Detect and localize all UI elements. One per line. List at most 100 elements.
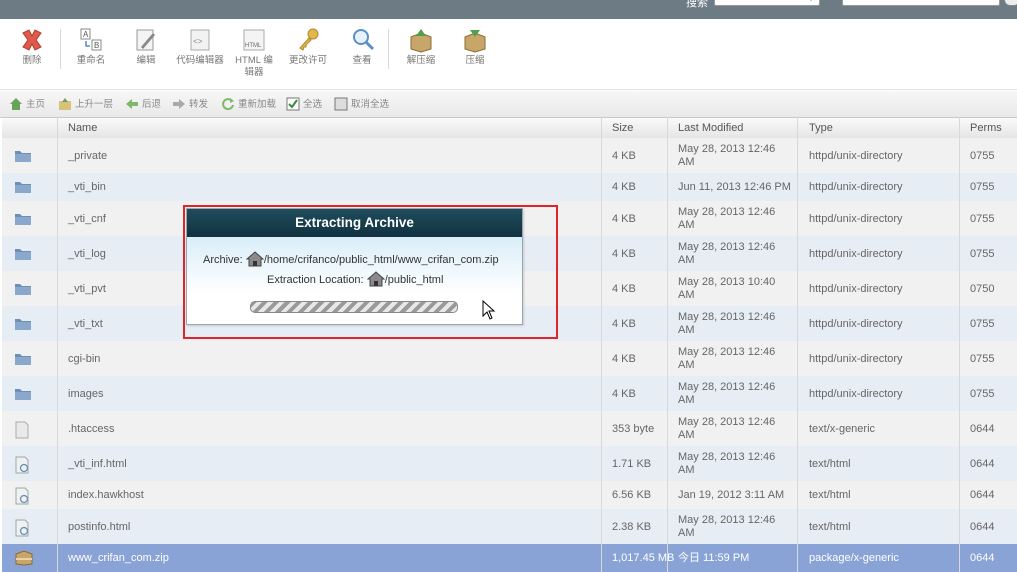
- folder-icon: [14, 316, 32, 334]
- home-icon: [10, 98, 22, 110]
- up-one-level-button[interactable]: 上升一层: [58, 97, 116, 111]
- select-all-button[interactable]: 全选: [286, 97, 326, 111]
- file-type: package/x-generic: [809, 552, 899, 564]
- file-size: 4 KB: [612, 387, 636, 400]
- file-name: postinfo.html: [68, 520, 131, 533]
- last-modified-ampm: AM: [678, 288, 695, 301]
- file-name: _vti_pvt: [68, 282, 106, 295]
- file-name: cgi-bin: [68, 352, 101, 365]
- home-button[interactable]: 主页: [9, 97, 49, 111]
- last-modified: May 28, 2013 12:46: [678, 450, 776, 463]
- code-editor-label: 代码编辑器: [176, 55, 224, 66]
- last-modified: May 28, 2013 12:46: [678, 240, 776, 253]
- delete-button[interactable]: 删除: [18, 27, 46, 67]
- last-modified: Jun 11, 2013 12:46 PM: [678, 181, 791, 193]
- house-icon: [245, 251, 265, 267]
- file-perms: 0755: [970, 181, 995, 193]
- back-button[interactable]: 后退: [125, 97, 163, 111]
- checked-checkbox-icon: [286, 97, 300, 111]
- table-row[interactable]: cgi-bin 4 KB May 28, 2013 12:46 AM httpd/uni…: [2, 341, 1017, 376]
- file-perms: 0750: [970, 282, 995, 295]
- file-type: text/html: [809, 520, 851, 533]
- back-label: 后退: [142, 99, 162, 110]
- column-header-name[interactable]: Name: [68, 122, 97, 134]
- rename-button[interactable]: A B 重命名: [75, 27, 107, 67]
- last-modified-ampm: AM: [678, 253, 695, 266]
- last-modified-ampm: AM: [678, 428, 695, 441]
- file-name: _vti_txt: [68, 317, 103, 330]
- top-search-bar: 搜索 ▼: [0, 0, 1017, 19]
- location-path: /public_html: [384, 274, 444, 286]
- folder-icon: [14, 179, 32, 197]
- last-modified: May 28, 2013 10:40: [678, 275, 776, 288]
- table-row[interactable]: .htaccess 353 byte May 28, 2013 12:46 AM tex…: [2, 411, 1017, 446]
- file-type: httpd/unix-directory: [809, 352, 903, 365]
- file-name: _vti_bin: [68, 181, 106, 193]
- view-button[interactable]: 查看: [350, 27, 375, 67]
- file-type: text/x-generic: [809, 422, 876, 435]
- search-scope-select[interactable]: ▼: [714, 0, 820, 6]
- mouse-cursor-icon: [482, 300, 496, 320]
- file-perms: 0755: [970, 387, 995, 400]
- table-row[interactable]: postinfo.html 2.38 KB May 28, 2013 12:46 AM…: [2, 509, 1017, 544]
- search-input[interactable]: [842, 0, 1000, 6]
- change-permissions-button[interactable]: 更改许可: [289, 27, 327, 67]
- edit-button[interactable]: 编辑: [133, 27, 159, 67]
- forward-label: 转发: [189, 99, 209, 110]
- file-size: 4 KB: [612, 247, 636, 260]
- file-type: httpd/unix-directory: [809, 212, 903, 225]
- folder-icon: [14, 386, 32, 404]
- column-header-size[interactable]: Size: [612, 122, 633, 134]
- forward-button[interactable]: 转发: [172, 97, 212, 111]
- column-header-perms[interactable]: Perms: [970, 122, 1002, 134]
- file-type: httpd/unix-directory: [809, 181, 903, 193]
- svg-text:A: A: [83, 30, 89, 39]
- last-modified: May 28, 2013 12:46: [678, 415, 776, 428]
- file-name: _vti_log: [68, 247, 106, 260]
- column-divider: [959, 117, 960, 572]
- last-modified-ampm: AM: [678, 323, 695, 336]
- last-modified-ampm: AM: [678, 463, 695, 476]
- html-editor-button[interactable]: HTML HTML 编 辑器: [232, 27, 276, 79]
- code-editor-button[interactable]: <> 代码编辑器: [176, 27, 224, 67]
- table-row[interactable]: _vti_inf.html 1.71 KB May 28, 2013 12:46 AM…: [2, 446, 1017, 481]
- column-divider: [667, 117, 668, 572]
- html-file-icon: [14, 487, 30, 508]
- change-permissions-label: 更改许可: [289, 55, 328, 66]
- table-row[interactable]: www_crifan_com.zip 1,017.45 MB 今日 11:59 PM…: [2, 544, 1017, 572]
- file-size: 6.56 KB: [612, 489, 652, 501]
- table-header: Name Size Last Modified Type Perms: [2, 117, 1017, 140]
- column-header-last-modified[interactable]: Last Modified: [678, 122, 743, 134]
- last-modified: 今日 11:59 PM: [678, 552, 750, 564]
- folder-icon: [14, 246, 32, 264]
- table-row[interactable]: index.hawkhost 6.56 KB Jan 19, 2012 3:11 A…: [2, 481, 1017, 509]
- unselect-all-button[interactable]: 取消全选: [334, 97, 394, 111]
- delete-icon: [22, 29, 42, 51]
- html-file-icon: [14, 456, 30, 477]
- file-type: text/html: [809, 489, 851, 501]
- search-go-button[interactable]: [1004, 0, 1017, 6]
- file-size: 4 KB: [612, 317, 636, 330]
- reload-button[interactable]: 重新加载: [221, 97, 279, 111]
- html-editor-icon: HTML: [243, 29, 265, 51]
- file-name: www_crifan_com.zip: [68, 552, 169, 564]
- key-icon: [299, 28, 319, 51]
- folder-icon: [14, 148, 32, 166]
- table-row[interactable]: _private 4 KB May 28, 2013 12:46 AM httpd/un…: [2, 138, 1017, 173]
- file-type: httpd/unix-directory: [809, 247, 903, 260]
- extract-button[interactable]: 解压缩: [406, 27, 436, 67]
- zip-file-icon: [14, 550, 34, 569]
- text-file-icon: [14, 421, 30, 442]
- code-editor-icon: <>: [190, 29, 210, 51]
- html-editor-label: HTML 编: [235, 55, 273, 66]
- file-size: 353 byte: [612, 422, 655, 435]
- column-header-type[interactable]: Type: [809, 122, 833, 134]
- up-one-level-label: 上升一层: [75, 99, 114, 110]
- table-row[interactable]: images 4 KB May 28, 2013 12:46 AM httpd/unix…: [2, 376, 1017, 411]
- compress-button[interactable]: 压缩: [462, 27, 488, 67]
- table-row[interactable]: _vti_bin 4 KB Jun 11, 2013 12:46 PM httpd/u…: [2, 173, 1017, 201]
- folder-icon: [14, 281, 32, 299]
- last-modified: May 28, 2013 12:46: [678, 205, 776, 218]
- compress-label: 压缩: [465, 55, 485, 66]
- toolbar-divider: [388, 29, 389, 69]
